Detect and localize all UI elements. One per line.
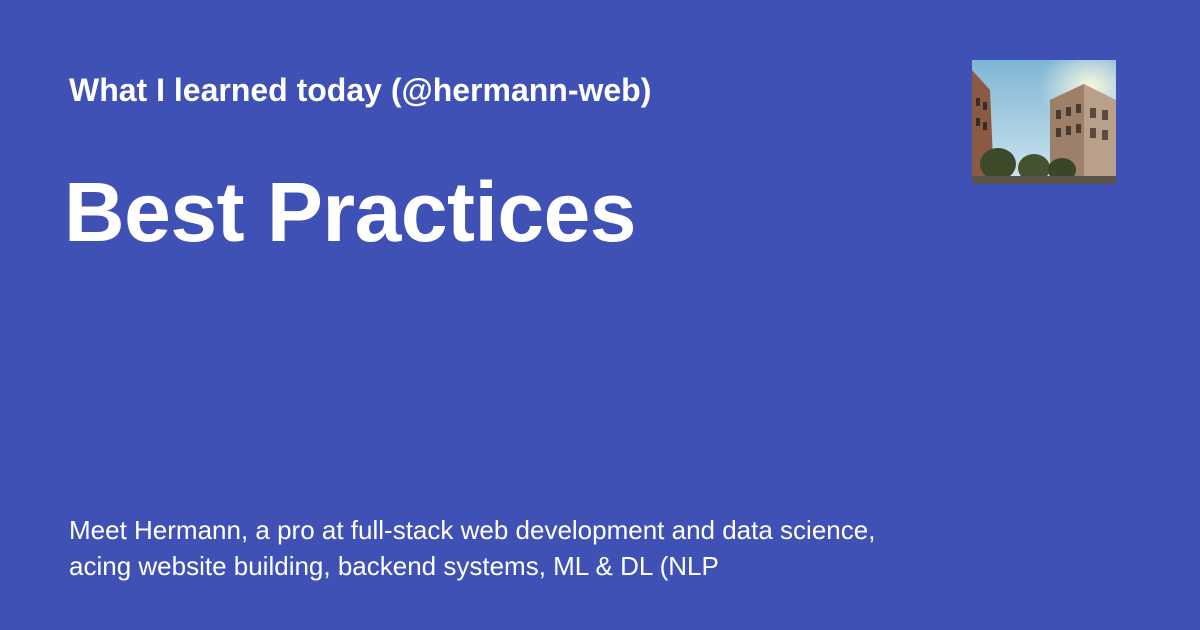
site-description: Meet Hermann, a pro at full-stack web de… bbox=[69, 515, 876, 581]
page-title: Best Practices bbox=[64, 165, 637, 259]
thumbnail-image bbox=[972, 60, 1116, 184]
site-title: What I learned today (@hermann-web) bbox=[69, 72, 652, 108]
social-card: What I learned today (@hermann-web) Best… bbox=[0, 0, 1200, 630]
